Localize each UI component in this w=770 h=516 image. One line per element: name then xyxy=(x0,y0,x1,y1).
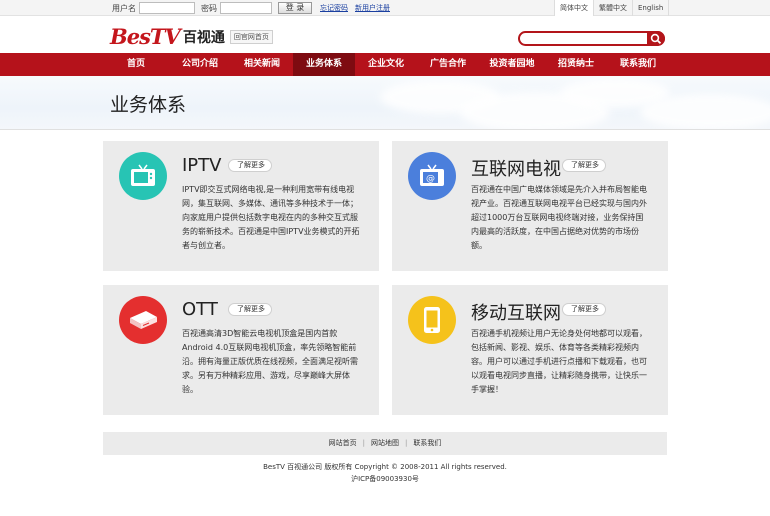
nav-item-news[interactable]: 相关新闻 xyxy=(231,53,293,76)
nav-item-advertising[interactable]: 广告合作 xyxy=(417,53,479,76)
divider: | xyxy=(405,439,408,447)
card-description: 百视通高清3D智能云电视机顶盒是国内首款Android 4.0互联网电视机顶盒，… xyxy=(182,329,358,394)
copyright-text: BesTV 百视通公司 版权所有 Copyright © 2008-2011 A… xyxy=(263,463,507,471)
learn-more-button[interactable]: 了解更多 xyxy=(562,159,606,172)
site-logo[interactable]: BesTV 百视通 回官网首页 xyxy=(110,24,273,49)
mobile-phone-icon xyxy=(408,296,456,344)
login-button[interactable]: 登 录 xyxy=(278,2,312,14)
language-switcher: 简体中文 繁體中文 English xyxy=(554,0,670,16)
search-box[interactable] xyxy=(518,31,665,46)
nav-item-business[interactable]: 业务体系 xyxy=(293,53,355,76)
card-iptv: IPTV 了解更多 IPTV即交互式网络电视,是一种利用宽带有线电视网，集互联网… xyxy=(103,141,379,271)
forgot-password-link[interactable]: 忘记密码 xyxy=(320,3,348,13)
lang-simplified[interactable]: 简体中文 xyxy=(555,0,594,16)
card-title: IPTV xyxy=(182,155,222,176)
card-title: 移动互联网 xyxy=(471,303,561,324)
icp-number: 沪ICP备09003930号 xyxy=(351,475,419,483)
nav-item-culture[interactable]: 企业文化 xyxy=(355,53,417,76)
card-mobile-internet: 移动互联网 了解更多 百视通手机视频让用户无论身处何地都可以观看，包括新闻、影视… xyxy=(392,285,668,415)
username-label: 用户名 xyxy=(112,3,136,13)
copyright: BesTV 百视通公司 版权所有 Copyright © 2008-2011 A… xyxy=(0,461,770,485)
learn-more-button[interactable]: 了解更多 xyxy=(228,303,272,316)
footer-link-sitemap[interactable]: 网站地图 xyxy=(371,439,399,447)
footer-nav: 网站首页 | 网站地图 | 联系我们 xyxy=(103,432,667,455)
svg-text:@: @ xyxy=(426,174,435,184)
card-description: 百视通在中国广电媒体领域是先介入并布局智能电视产业。百视通互联网电视平台已经实现… xyxy=(471,185,647,250)
register-link[interactable]: 新用户注册 xyxy=(355,3,390,13)
username-input[interactable] xyxy=(139,2,195,14)
password-input[interactable] xyxy=(220,2,272,14)
nav-item-investors[interactable]: 投资者园地 xyxy=(479,53,545,76)
card-ott: OTT 了解更多 百视通高清3D智能云电视机顶盒是国内首款Android 4.0… xyxy=(103,285,379,415)
card-description: 百视通手机视频让用户无论身处何地都可以观看，包括新闻、影视、娱乐、体育等各类精彩… xyxy=(471,329,647,394)
nav-item-contact[interactable]: 联系我们 xyxy=(607,53,669,76)
lang-english[interactable]: English xyxy=(633,0,670,16)
learn-more-button[interactable]: 了解更多 xyxy=(562,303,606,316)
top-bar: 用户名 密码 登 录 忘记密码 新用户注册 简体中文 繁體中文 English xyxy=(0,0,770,16)
password-label: 密码 xyxy=(201,3,217,13)
divider: | xyxy=(362,439,365,447)
main-nav: 首页 公司介绍 相关新闻 业务体系 企业文化 广告合作 投资者园地 招贤纳士 联… xyxy=(0,53,770,76)
page-banner: 业务体系 xyxy=(0,76,770,130)
learn-more-button[interactable]: 了解更多 xyxy=(228,159,272,172)
lang-traditional[interactable]: 繁體中文 xyxy=(594,0,633,16)
logo-text-cn: 百视通 xyxy=(182,29,225,46)
search-button[interactable] xyxy=(647,31,665,46)
card-internet-tv: @ 互联网电视 了解更多 百视通在中国广电媒体领域是先介入并布局智能电视产业。百… xyxy=(392,141,668,271)
nav-item-careers[interactable]: 招贤纳士 xyxy=(545,53,607,76)
tv-icon xyxy=(119,152,167,200)
footer-link-contact[interactable]: 联系我们 xyxy=(413,439,441,447)
card-title: 互联网电视 xyxy=(471,159,561,180)
nav-item-home[interactable]: 首页 xyxy=(103,53,169,76)
back-home-link[interactable]: 回官网首页 xyxy=(229,29,273,44)
set-top-box-icon xyxy=(119,296,167,344)
search-icon xyxy=(650,33,662,44)
footer-link-home[interactable]: 网站首页 xyxy=(329,439,357,447)
login-form: 用户名 密码 登 录 忘记密码 新用户注册 xyxy=(112,2,397,14)
logo-text-en: BesTV xyxy=(110,24,181,49)
internet-tv-icon: @ xyxy=(408,152,456,200)
card-title: OTT xyxy=(182,299,218,320)
nav-item-about[interactable]: 公司介绍 xyxy=(169,53,231,76)
page-title: 业务体系 xyxy=(110,94,187,116)
card-description: IPTV即交互式网络电视,是一种利用宽带有线电视网，集互联网、多媒体、通讯等多种… xyxy=(182,185,360,250)
